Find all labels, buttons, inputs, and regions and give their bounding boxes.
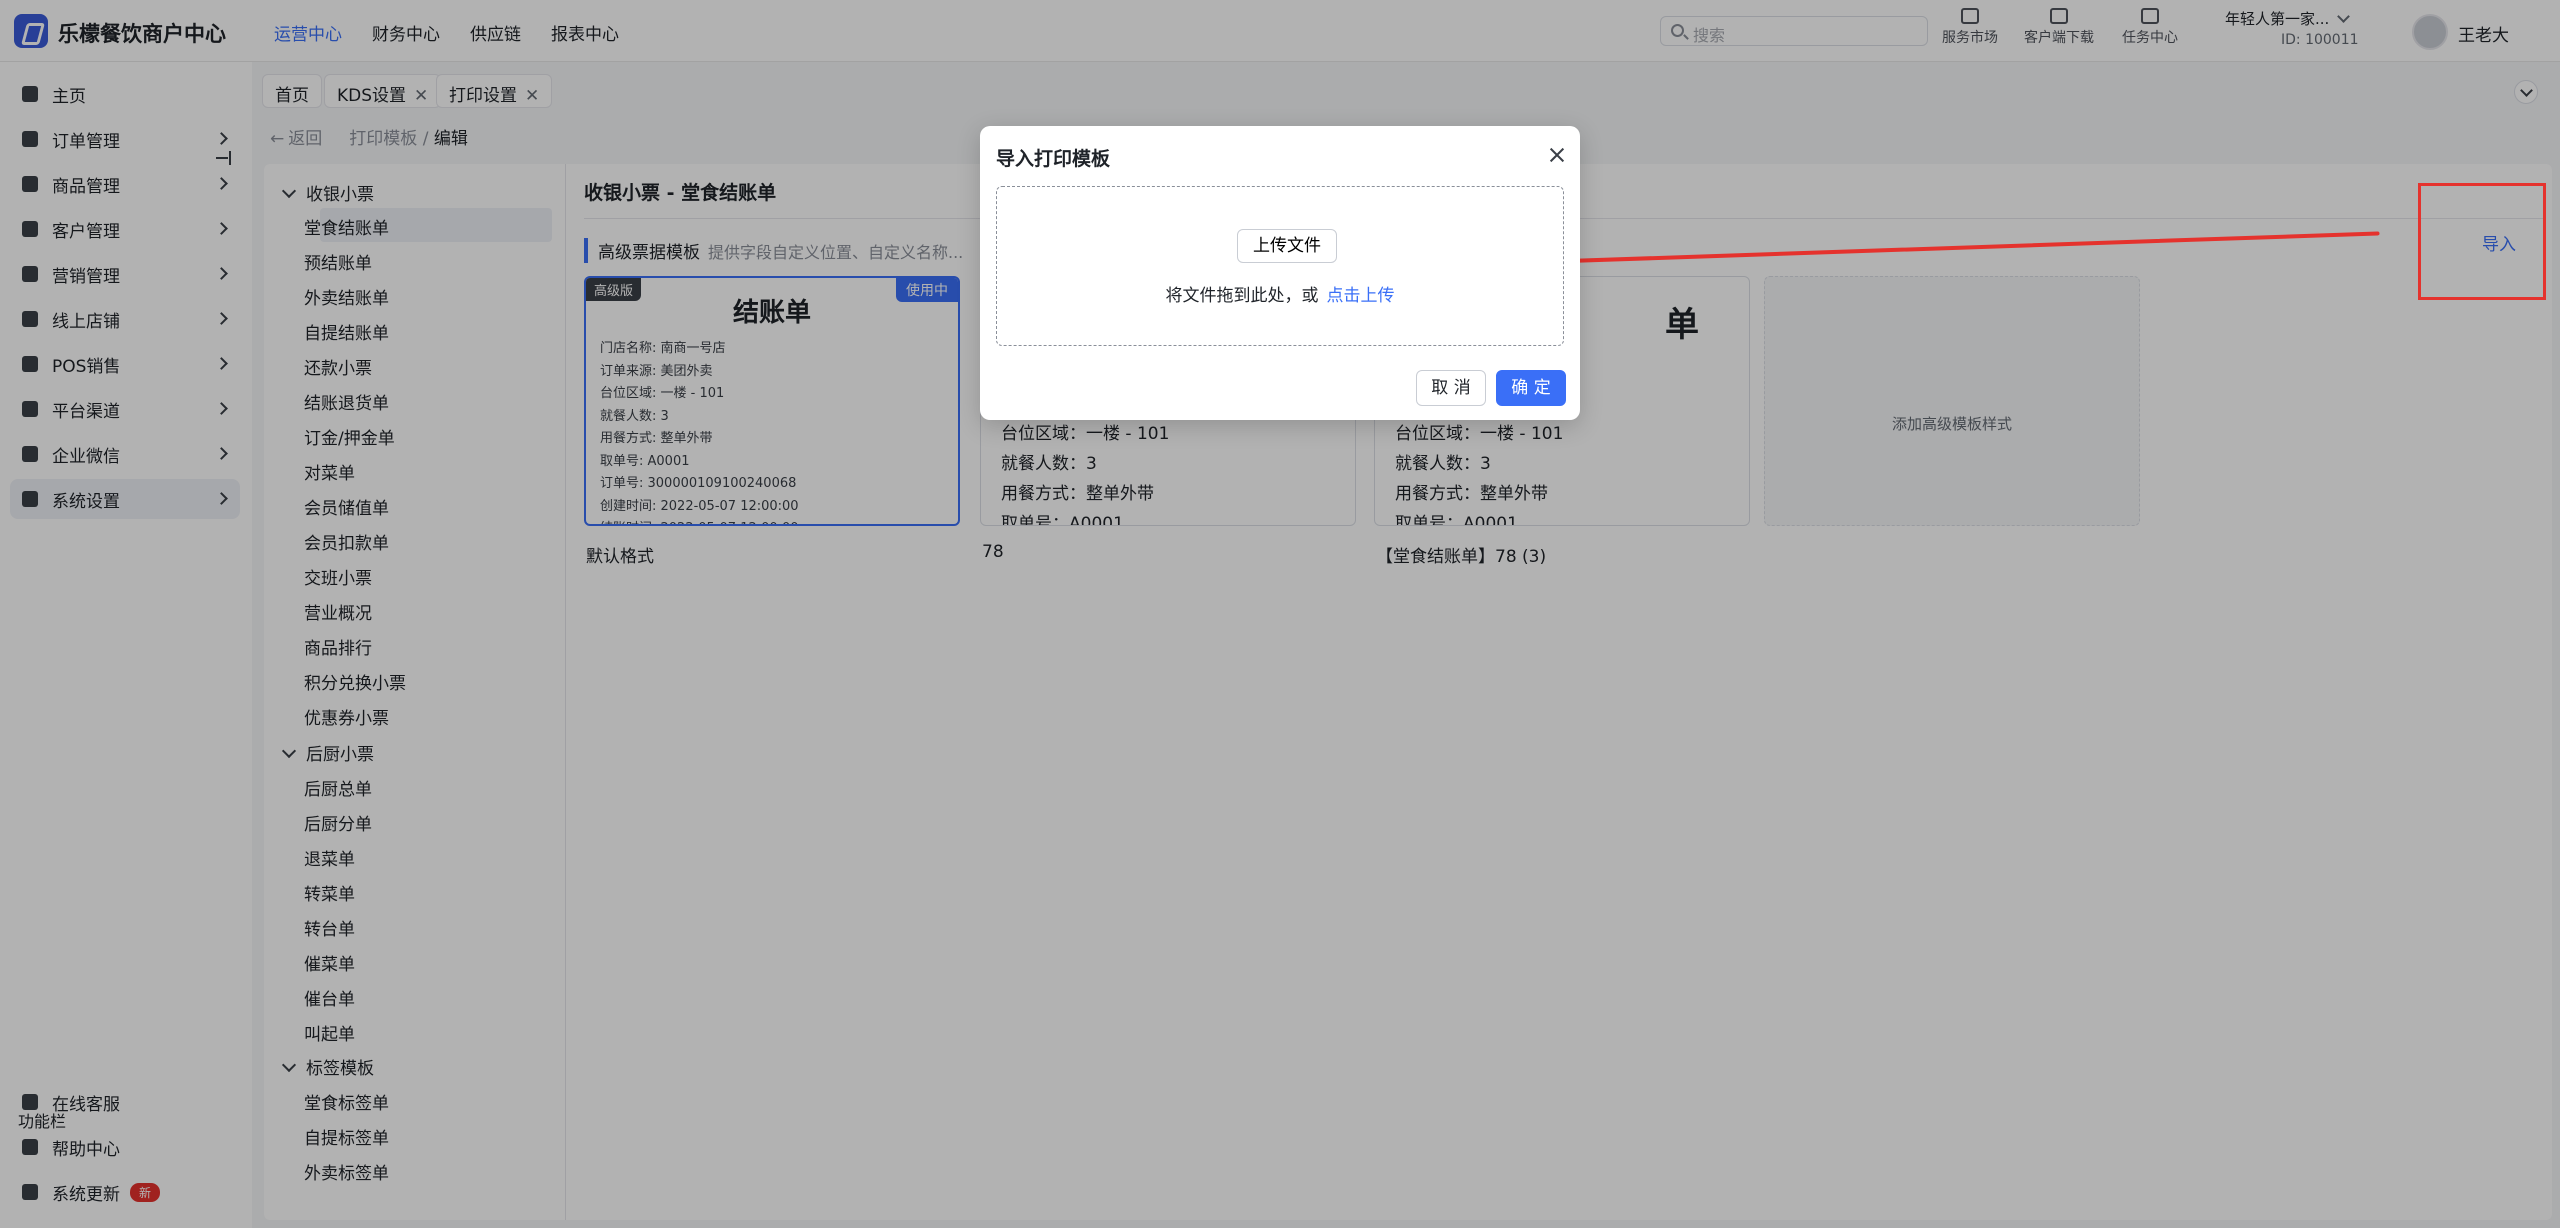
import-template-dialog: 导入打印模板 上传文件 将文件拖到此处，或 点击上传 取 消 确 定 — [980, 126, 1580, 420]
cancel-button[interactable]: 取 消 — [1416, 370, 1486, 406]
drop-instructions: 将文件拖到此处，或 点击上传 — [997, 281, 1563, 306]
confirm-button[interactable]: 确 定 — [1496, 370, 1566, 406]
annotation-highlight-box — [2418, 183, 2546, 300]
file-drop-zone[interactable]: 上传文件 将文件拖到此处，或 点击上传 — [996, 186, 1564, 346]
drop-text: 将文件拖到此处，或 — [1165, 286, 1319, 306]
dialog-title: 导入打印模板 — [996, 148, 1111, 170]
close-icon[interactable] — [1546, 144, 1568, 166]
click-upload-link[interactable]: 点击上传 — [1327, 286, 1395, 306]
upload-file-button[interactable]: 上传文件 — [1237, 229, 1337, 263]
